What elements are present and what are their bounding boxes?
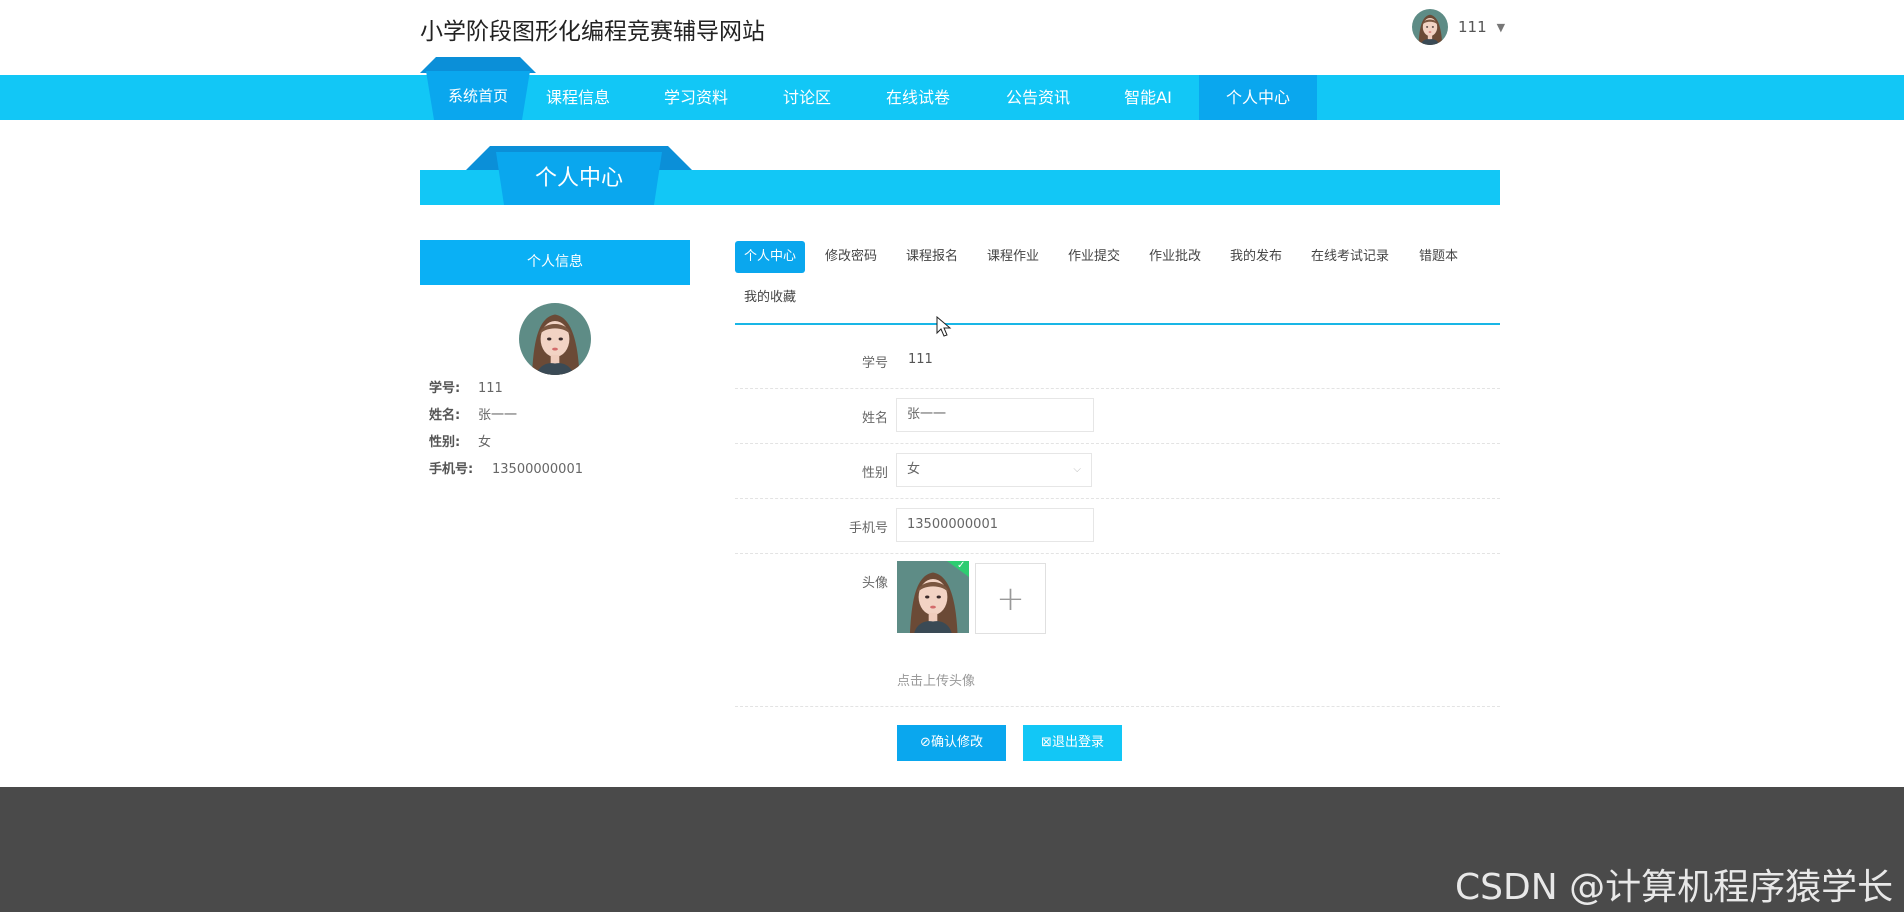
site-title: 小学阶段图形化编程竞赛辅导网站 [420, 19, 765, 45]
gender-select[interactable]: 女 ⌵ [896, 453, 1092, 487]
confirm-button[interactable]: ⊘确认修改 [897, 725, 1006, 761]
name-input[interactable]: 张一一 [896, 398, 1094, 432]
sidebar-field-name: 姓名: 张一一 [429, 407, 517, 425]
nav-item-forum[interactable]: 讨论区 [772, 75, 842, 120]
divider [735, 388, 1500, 389]
nav-item-courses[interactable]: 课程信息 [536, 75, 620, 120]
tab-homework-grading[interactable]: 作业批改 [1140, 241, 1210, 273]
tab-wrong-questions[interactable]: 错题本 [1410, 241, 1467, 273]
tab-favorites[interactable]: 我的收藏 [735, 282, 805, 314]
label-avatar: 头像 [861, 576, 888, 591]
gender-selected: 女 [907, 462, 921, 477]
upload-hint: 点击上传头像 [897, 674, 976, 689]
check-circle-icon: ⊘ [920, 735, 931, 750]
divider [735, 706, 1500, 707]
phone-input[interactable]: 13500000001 [896, 508, 1094, 542]
sidebar-field-student-id: 学号: 111 [429, 380, 503, 398]
sidebar-field-label: 学号: [429, 381, 461, 396]
logout-button[interactable]: ⊠退出登录 [1023, 725, 1122, 761]
sidebar-field-label: 姓名: [429, 408, 461, 423]
tab-change-password[interactable]: 修改密码 [816, 241, 886, 273]
tab-exam-records[interactable]: 在线考试记录 [1302, 241, 1398, 273]
watermark: CSDN @计算机程序猿学长 [1455, 867, 1894, 908]
user-avatar[interactable] [1412, 9, 1448, 45]
sidebar-avatar [519, 303, 591, 375]
sidebar-field-label: 手机号: [429, 462, 474, 477]
divider [735, 443, 1500, 444]
nav-item-ai[interactable]: 智能AI [1112, 75, 1184, 120]
divider [735, 553, 1500, 554]
nav-item-materials[interactable]: 学习资料 [648, 75, 744, 120]
tab-profile[interactable]: 个人中心 [735, 241, 806, 273]
sidebar-title: 个人信息 [420, 240, 690, 285]
close-square-icon: ⊠ [1041, 735, 1052, 750]
label-phone: 手机号 [848, 521, 888, 536]
page-title: 个人中心 [534, 166, 623, 191]
value-student-id: 111 [908, 352, 933, 367]
plus-icon: + [996, 578, 1025, 619]
sidebar-field-value: 13500000001 [492, 462, 583, 477]
label-gender: 性别 [861, 466, 888, 481]
divider [735, 498, 1500, 499]
tab-course-homework[interactable]: 课程作业 [978, 241, 1048, 273]
sidebar-field-value: 张一一 [478, 408, 518, 423]
mouse-cursor-icon [936, 316, 952, 337]
nav-home-label[interactable]: 系统首页 [420, 85, 536, 106]
tab-homework-submit[interactable]: 作业提交 [1059, 241, 1129, 273]
check-icon: ✓ [957, 560, 966, 571]
confirm-button-label: 确认修改 [930, 735, 983, 750]
nav-item-profile[interactable]: 个人中心 [1199, 75, 1317, 120]
tab-course-signup[interactable]: 课程报名 [897, 241, 967, 273]
sidebar-field-phone: 手机号: 13500000001 [429, 461, 583, 479]
sidebar-field-label: 性别: [429, 435, 461, 450]
nav-item-news[interactable]: 公告资讯 [992, 75, 1084, 120]
chevron-down-icon: ⌵ [1073, 464, 1081, 475]
chevron-down-icon[interactable]: ▼ [1497, 21, 1505, 34]
uploaded-avatar-thumbnail[interactable] [897, 561, 969, 633]
tab-divider [735, 323, 1500, 325]
label-student-id: 学号 [861, 356, 888, 371]
tab-my-posts[interactable]: 我的发布 [1221, 241, 1291, 273]
nav-home[interactable]: 系统首页 [420, 57, 536, 120]
user-menu[interactable]: 111 ▼ [1412, 9, 1505, 45]
sidebar-field-value: 111 [478, 381, 503, 396]
upload-plus-button[interactable]: + [975, 563, 1046, 634]
sidebar-field-value: 女 [478, 435, 492, 450]
nav-item-exams[interactable]: 在线试卷 [872, 75, 964, 120]
section-banner: 个人中心 [466, 146, 692, 205]
logout-button-label: 退出登录 [1051, 735, 1104, 750]
sidebar-field-gender: 性别: 女 [429, 434, 491, 452]
label-name: 姓名 [861, 411, 888, 426]
username[interactable]: 111 [1458, 18, 1487, 36]
